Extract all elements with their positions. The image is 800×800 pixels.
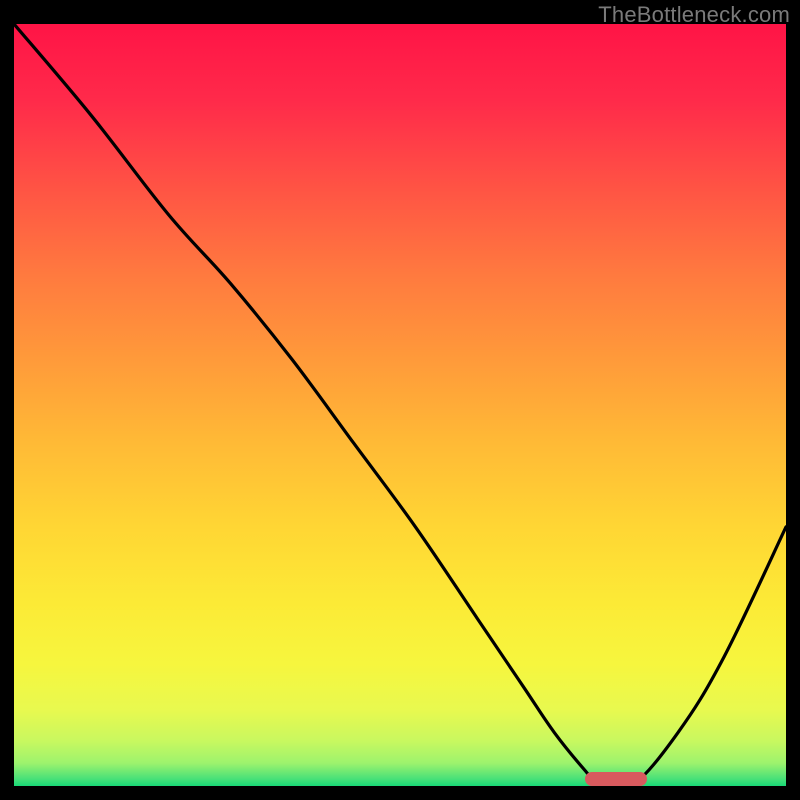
curve-svg bbox=[14, 24, 786, 786]
optimal-range-marker bbox=[585, 772, 647, 786]
bottleneck-curve bbox=[14, 24, 786, 786]
chart-frame bbox=[14, 24, 786, 786]
plot-area bbox=[14, 24, 786, 786]
